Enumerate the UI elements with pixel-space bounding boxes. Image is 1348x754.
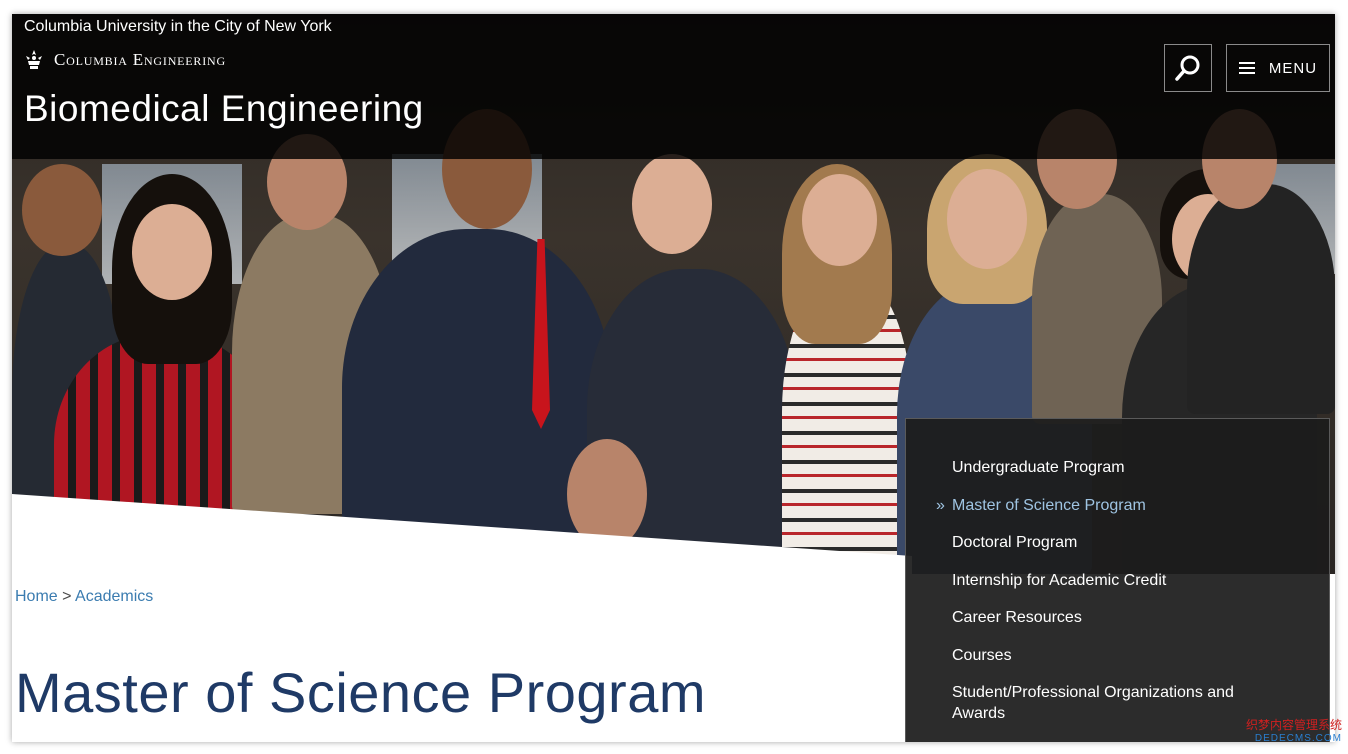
sidebar-item-label: Courses [952,646,1012,664]
watermark: 织梦内容管理系统 DEDECMS.COM [1236,718,1342,750]
student-head [132,204,212,300]
school-name: Columbia Engineering [54,50,226,69]
student-head [632,154,712,254]
student-figure [1187,184,1335,414]
university-link[interactable]: Columbia University in the City of New Y… [24,18,332,36]
department-title[interactable]: Biomedical Engineering [24,88,424,130]
search-button[interactable] [1164,44,1212,92]
hamburger-icon [1238,62,1255,74]
sidebar-item-label: Student/Professional Organizations and A… [952,684,1234,722]
active-marker-icon: » [936,496,945,514]
menu-button[interactable]: MENU [1226,44,1330,92]
menu-label: MENU [1268,59,1318,77]
page-title: Master of Science Program [15,660,706,724]
sidebar-item-courses[interactable]: Courses [906,645,1329,666]
breadcrumb-home-link[interactable]: Home [15,588,58,605]
student-head [567,439,647,549]
sidebar-item-doctoral[interactable]: Doctoral Program [906,532,1329,553]
sidebar-item-internship[interactable]: Internship for Academic Credit [906,570,1329,591]
watermark-line1: 织梦内容管理系统 [1245,718,1342,732]
sidebar-item-label: Undergraduate Program [952,459,1125,476]
sidebar-item-label: Doctoral Program [952,534,1078,551]
student-head [22,164,102,256]
crown-icon [26,50,42,69]
sidebar-item-label: Career Resources [952,609,1082,626]
sidebar-item-label: Master of Science Program [952,496,1146,514]
student-head [947,169,1027,269]
columbia-engineering-logo[interactable]: Columbia Engineering [22,48,226,72]
sidebar-item-undergraduate[interactable]: Undergraduate Program [906,457,1329,478]
student-head [802,174,877,266]
watermark-line2: DEDECMS.COM [1254,733,1342,744]
breadcrumb-academics-link[interactable]: Academics [75,588,153,605]
sidebar-item-master-of-science[interactable]: » Master of Science Program [906,495,1329,516]
sidebar-item-label: Internship for Academic Credit [952,571,1167,589]
search-icon [1175,55,1200,81]
breadcrumb: Home > Academics [15,588,153,606]
breadcrumb-separator: > [62,588,72,605]
section-navigation: Undergraduate Program » Master of Science… [905,418,1330,742]
site-header: Columbia University in the City of New Y… [12,14,1335,159]
sidebar-item-career-resources[interactable]: Career Resources [906,607,1329,628]
page-frame: Columbia University in the City of New Y… [12,14,1335,742]
